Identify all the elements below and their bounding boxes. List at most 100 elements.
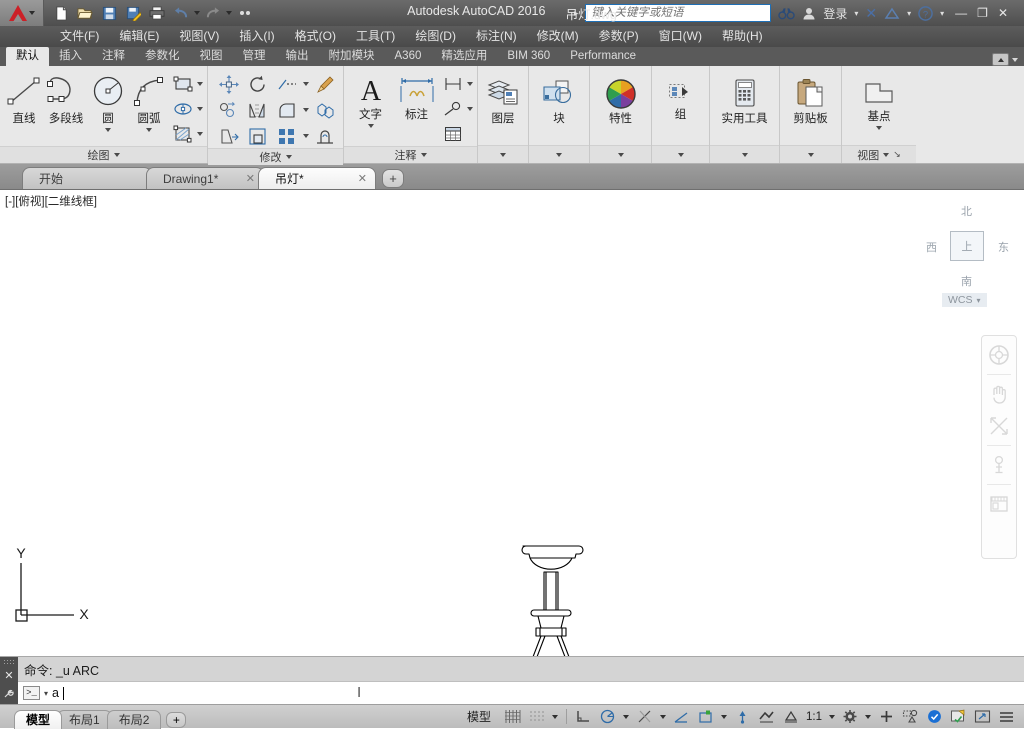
tool-move[interactable] (216, 72, 242, 96)
panel-draw-expand-icon[interactable] (113, 153, 120, 157)
lineweight-toggle[interactable] (755, 706, 778, 728)
user-account-icon[interactable] (802, 7, 816, 20)
command-input-value[interactable]: a (52, 686, 59, 700)
undo-dropdown-icon[interactable] (194, 11, 200, 15)
new-layout-button[interactable]: + (166, 711, 187, 728)
tool-polyline[interactable]: 多段线 (45, 70, 87, 126)
layout-tab-layout2[interactable]: 布局2 (106, 709, 162, 729)
tool-trim[interactable] (274, 72, 300, 96)
tool-fillet[interactable] (274, 98, 300, 122)
tool-dimension[interactable]: 标注 (394, 70, 439, 122)
signin-dropdown-icon[interactable]: ▾ (854, 9, 858, 18)
tool-circle-dropdown-icon[interactable] (105, 128, 111, 132)
viewcube-north-label[interactable]: 北 (961, 203, 972, 219)
command-settings-icon[interactable] (3, 687, 15, 702)
tab-a360[interactable]: A360 (385, 47, 432, 66)
tool-dim-linear-dropdown-icon[interactable] (467, 82, 473, 86)
tool-trim-dropdown-icon[interactable] (303, 82, 309, 86)
annotation-scale-control[interactable]: 1:1 (803, 706, 825, 728)
panel-annotation-title[interactable]: 注释 (344, 146, 477, 163)
viewcube-east-label[interactable]: 东 (998, 239, 1009, 255)
help-icon[interactable]: ? (918, 5, 933, 21)
tool-basepoint[interactable]: 基点 (849, 74, 909, 130)
tool-mirror[interactable] (245, 98, 271, 122)
plot-icon[interactable] (146, 2, 168, 24)
panel-clipboard-expand[interactable] (780, 145, 841, 163)
snap-mode-toggle[interactable] (525, 706, 548, 728)
panel-annotation-expand-icon[interactable] (420, 153, 427, 157)
tool-text[interactable]: A 文字 (348, 70, 393, 128)
command-close-icon[interactable]: ✕ (4, 669, 13, 682)
tool-leader-dropdown-icon[interactable] (467, 107, 473, 111)
redo-dropdown-icon[interactable] (226, 11, 232, 15)
orbit-icon[interactable] (984, 450, 1014, 480)
object-snap-tracking-toggle[interactable] (670, 706, 693, 728)
layout-tab-layout1[interactable]: 布局1 (57, 709, 112, 729)
command-line-grip[interactable]: ✕ (0, 657, 18, 704)
panel-block-expand[interactable] (529, 145, 589, 163)
tool-insert-block[interactable]: 块 (533, 74, 585, 126)
tab-home[interactable]: 默认 (6, 47, 49, 66)
tool-ellipse[interactable] (170, 97, 196, 121)
qat-more-icon[interactable] (234, 2, 256, 24)
workspace-switch[interactable] (839, 706, 861, 728)
menu-edit[interactable]: 编辑(E) (109, 26, 169, 47)
showmotion-icon[interactable] (984, 489, 1014, 519)
panel-draw-title[interactable]: 绘图 (0, 146, 207, 163)
zoom-extents-icon[interactable] (984, 411, 1014, 441)
close-button[interactable]: ✕ (998, 6, 1008, 20)
command-input-row[interactable]: >_ ▾ a I (18, 682, 1024, 704)
grid-display-toggle[interactable] (501, 706, 524, 728)
annotation-scale-dropdown-icon[interactable] (829, 714, 835, 719)
tab-featured[interactable]: 精选应用 (431, 47, 497, 66)
tab-annotate[interactable]: 注释 (92, 47, 135, 66)
panel-properties-expand[interactable] (590, 145, 651, 163)
tool-properties[interactable]: 特性 (594, 74, 647, 126)
ucs-selector[interactable]: WCS ▾ (942, 293, 987, 307)
command-prompt-icon[interactable]: >_ (23, 686, 40, 700)
panel-view-expand-icon[interactable] (883, 152, 890, 157)
transparency-toggle[interactable] (779, 706, 802, 728)
tool-dim-linear[interactable] (440, 72, 466, 96)
menu-parametric[interactable]: 参数(P) (589, 26, 649, 47)
tool-table[interactable] (440, 122, 466, 146)
viewcube[interactable]: 北 西 东 南 上 WCS ▾ (906, 195, 1016, 313)
workspace-dropdown-icon[interactable] (865, 714, 871, 719)
snap-dropdown-icon[interactable] (552, 714, 558, 719)
viewcube-south-label[interactable]: 南 (961, 273, 972, 289)
drag-handle-icon[interactable] (3, 659, 15, 664)
tool-explode[interactable] (312, 98, 338, 122)
menu-dimension[interactable]: 标注(N) (466, 26, 527, 47)
tool-group[interactable]: 组 (656, 78, 705, 122)
application-menu-button[interactable] (0, 0, 44, 26)
help-dropdown-icon[interactable]: ▾ (940, 9, 944, 18)
tool-rectangle[interactable] (170, 72, 196, 96)
panel-utilities-expand[interactable] (710, 145, 779, 163)
tab-insert[interactable]: 插入 (49, 47, 92, 66)
new-file-icon[interactable] (50, 2, 72, 24)
drawing-canvas[interactable]: [-][俯视][二维线框] 北 西 东 南 上 WCS ▾ Y X (0, 190, 1024, 656)
viewcube-top-face[interactable]: 上 (950, 231, 984, 261)
menu-insert[interactable]: 插入(I) (229, 26, 284, 47)
ribbon-minimize-dropdown-icon[interactable] (1012, 57, 1018, 62)
tool-extrude[interactable] (312, 124, 338, 148)
tool-circle[interactable]: 圆 (88, 70, 128, 132)
pan-hand-icon[interactable] (984, 379, 1014, 409)
object-snap-toggle[interactable] (633, 706, 656, 728)
save-icon[interactable] (98, 2, 120, 24)
tool-rectangle-dropdown-icon[interactable] (197, 82, 203, 86)
file-tab-drawing1[interactable]: Drawing1* ✕ (146, 167, 264, 189)
tool-match-properties[interactable] (312, 72, 338, 96)
file-tab-diaodeng[interactable]: 吊灯* ✕ (258, 167, 376, 189)
dynamic-ucs-toggle[interactable] (694, 706, 717, 728)
viewcube-west-label[interactable]: 西 (926, 239, 937, 255)
clean-screen-toggle[interactable] (947, 706, 970, 728)
menu-view[interactable]: 视图(V) (169, 26, 229, 47)
ribbon-minimize-icon[interactable] (992, 53, 1009, 66)
menu-window[interactable]: 窗口(W) (649, 26, 712, 47)
tool-fillet-dropdown-icon[interactable] (303, 108, 309, 112)
signin-label[interactable]: 登录 (823, 5, 847, 22)
a360-dropdown-icon[interactable]: ▾ (907, 9, 911, 18)
save-as-icon[interactable] (122, 2, 144, 24)
redo-icon[interactable] (202, 2, 224, 24)
